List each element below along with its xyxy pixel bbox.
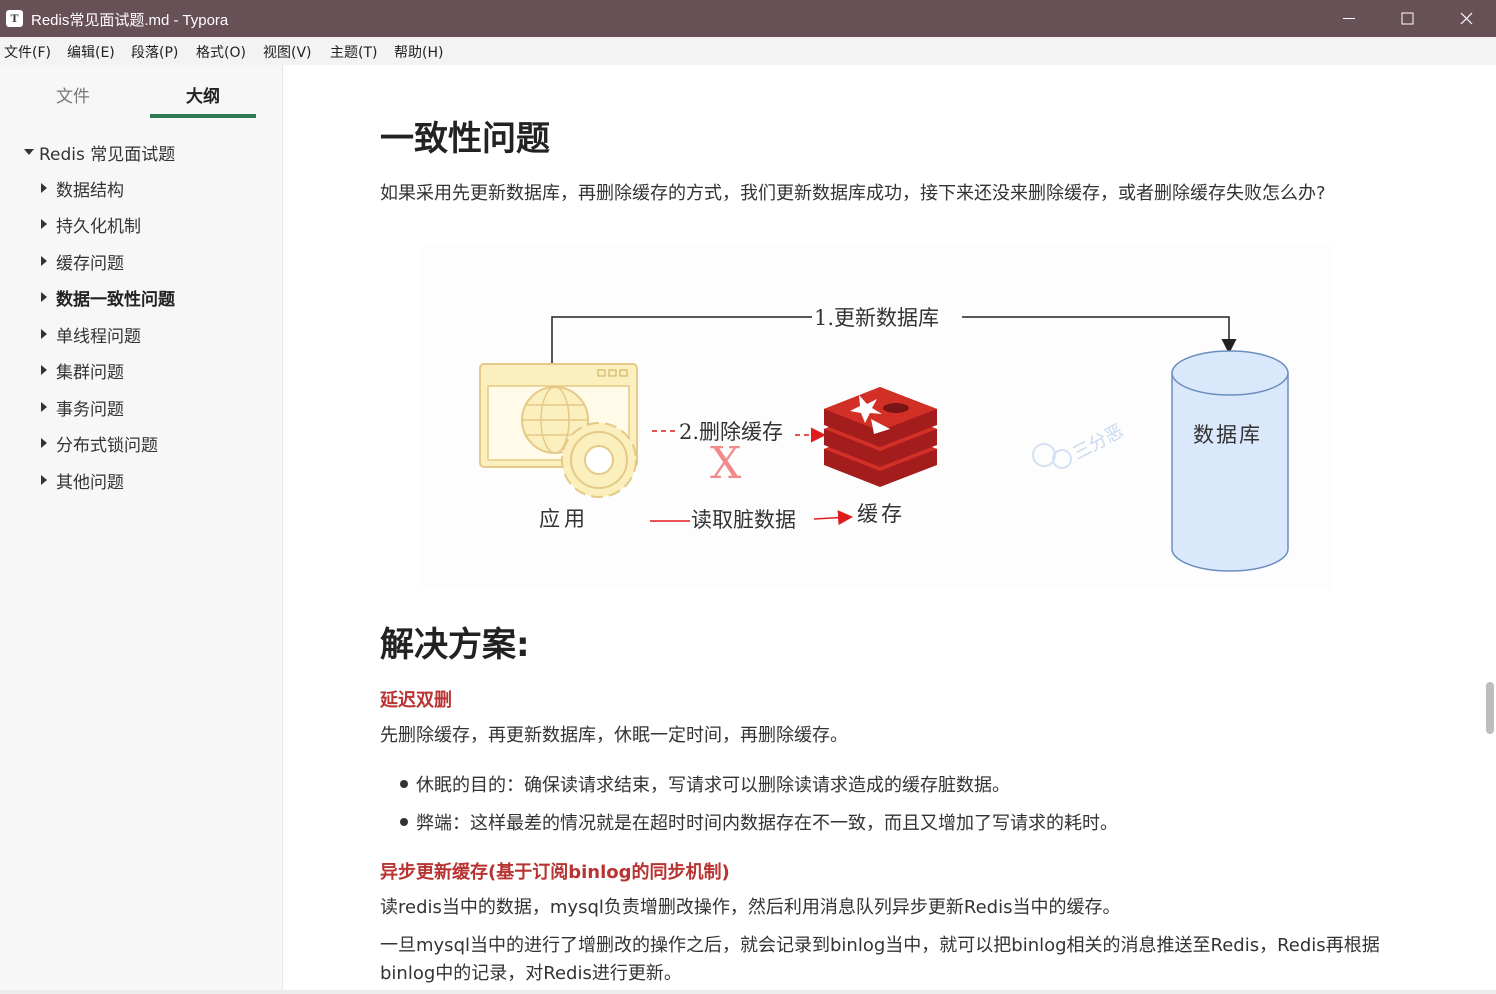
menu-help[interactable]: 帮助(H) — [394, 42, 443, 62]
bottom-edge — [0, 990, 1496, 994]
collapsed-arrow-icon[interactable] — [41, 329, 47, 339]
menu-edit[interactable]: 编辑(E) — [67, 42, 115, 62]
window-title: Redis常见面试题.md - Typora — [31, 12, 229, 29]
menu-theme[interactable]: 主题(T) — [330, 42, 377, 62]
menu-paragraph[interactable]: 段落(P) — [131, 42, 178, 62]
diagram-svg: 1.更新数据库 应用 2.删除缓存 X 读取脏数据 缓存 三分恶 数据库 — [479, 306, 1289, 572]
heading-consistency[interactable]: 一致性问题 — [380, 111, 550, 160]
menu-view[interactable]: 视图(V) — [263, 42, 312, 62]
bullet-drawback[interactable]: 弊端：这样最差的情况就是在超时时间内数据存在不一致，而且又增加了写请求的耗时。 — [416, 809, 1118, 835]
tab-files[interactable]: 文件 — [56, 82, 90, 107]
watermark-text: 三分恶 — [1069, 421, 1127, 465]
redis-icon — [824, 387, 937, 487]
title-bar: T Redis常见面试题.md - Typora — [0, 0, 1496, 37]
collapsed-arrow-icon[interactable] — [41, 402, 47, 412]
bullet-dot — [400, 780, 408, 788]
menu-file[interactable]: 文件(F) — [4, 42, 51, 62]
typora-app-icon: T — [6, 10, 23, 27]
delayed-double-delete-text[interactable]: 先删除缓存，再更新数据库，休眠一定时间，再删除缓存。 — [380, 722, 1390, 750]
label-cache: 缓存 — [857, 502, 905, 526]
collapsed-arrow-icon[interactable] — [41, 475, 47, 485]
label-database: 数据库 — [1193, 423, 1262, 447]
outline-item-single-thread[interactable]: 单线程问题 — [56, 322, 141, 347]
maximize-button[interactable] — [1378, 0, 1436, 37]
heading-solutions[interactable]: 解决方案: — [380, 617, 530, 666]
menu-bar: 文件(F) 编辑(E) 段落(P) 格式(O) 视图(V) 主题(T) 帮助(H… — [0, 37, 1496, 65]
outline-item-transaction[interactable]: 事务问题 — [56, 395, 124, 420]
collapsed-arrow-icon[interactable] — [41, 438, 47, 448]
outline-item-other[interactable]: 其他问题 — [56, 468, 124, 493]
bullet-dot — [400, 818, 408, 826]
consistency-diagram[interactable]: 1.更新数据库 应用 2.删除缓存 X 读取脏数据 缓存 三分恶 数据库 — [422, 245, 1332, 590]
outline-item-cluster[interactable]: 集群问题 — [56, 358, 124, 383]
close-button[interactable] — [1436, 0, 1494, 37]
minimize-icon — [1343, 18, 1355, 19]
collapsed-arrow-icon[interactable] — [41, 183, 47, 193]
outline-item-persistence[interactable]: 持久化机制 — [56, 212, 141, 237]
label-app: 应用 — [539, 507, 589, 531]
minimize-button[interactable] — [1320, 0, 1378, 37]
vertical-scrollbar-thumb[interactable] — [1486, 682, 1494, 734]
heading-async-update[interactable]: 异步更新缓存(基于订阅binlog的同步机制) — [380, 858, 730, 884]
outline-item-distributed-lock[interactable]: 分布式锁问题 — [56, 431, 158, 456]
outline-item-data-structure[interactable]: 数据结构 — [56, 176, 124, 201]
outline-item-cache-issues[interactable]: 缓存问题 — [56, 249, 124, 274]
intro-paragraph[interactable]: 如果采用先更新数据库，再删除缓存的方式，我们更新数据库成功，接下来还没来删除缓存… — [380, 180, 1390, 208]
sidebar: 文件 大纲 Redis 常见面试题 数据结构 持久化机制 缓存问题 数据一致性问… — [0, 65, 283, 994]
async-update-text-1[interactable]: 读redis当中的数据，mysql负责增删改操作，然后利用消息队列异步更新Red… — [380, 894, 1390, 922]
document-editor[interactable]: 一致性问题 如果采用先更新数据库，再删除缓存的方式，我们更新数据库成功，接下来还… — [282, 65, 1496, 994]
database-icon — [1171, 350, 1289, 572]
collapsed-arrow-icon[interactable] — [41, 256, 47, 266]
outline-root[interactable]: Redis 常见面试题 — [39, 140, 175, 165]
async-update-text-2[interactable]: 一旦mysql当中的进行了增删改的操作之后，就会记录到binlog当中，就可以把… — [380, 932, 1390, 988]
outline-item-consistency[interactable]: 数据一致性问题 — [56, 285, 175, 310]
bullet-purpose[interactable]: 休眠的目的：确保读请求结束，写请求可以删除读请求造成的缓存脏数据。 — [416, 771, 1010, 797]
close-icon — [1460, 12, 1473, 25]
application-icon — [479, 363, 638, 498]
active-tab-indicator — [150, 114, 256, 118]
watermark — [1032, 443, 1072, 469]
collapsed-arrow-icon[interactable] — [41, 292, 47, 302]
maximize-icon — [1401, 12, 1414, 25]
collapsed-arrow-icon[interactable] — [41, 219, 47, 229]
failure-x-mark: X — [710, 438, 742, 489]
tab-outline[interactable]: 大纲 — [186, 82, 220, 107]
label-update-db: 1.更新数据库 — [814, 306, 939, 330]
heading-delayed-double-delete[interactable]: 延迟双删 — [380, 686, 452, 712]
label-read-dirty: 读取脏数据 — [691, 508, 796, 532]
expand-down-icon[interactable] — [24, 149, 34, 155]
collapsed-arrow-icon[interactable] — [41, 365, 47, 375]
menu-format[interactable]: 格式(O) — [196, 42, 246, 62]
